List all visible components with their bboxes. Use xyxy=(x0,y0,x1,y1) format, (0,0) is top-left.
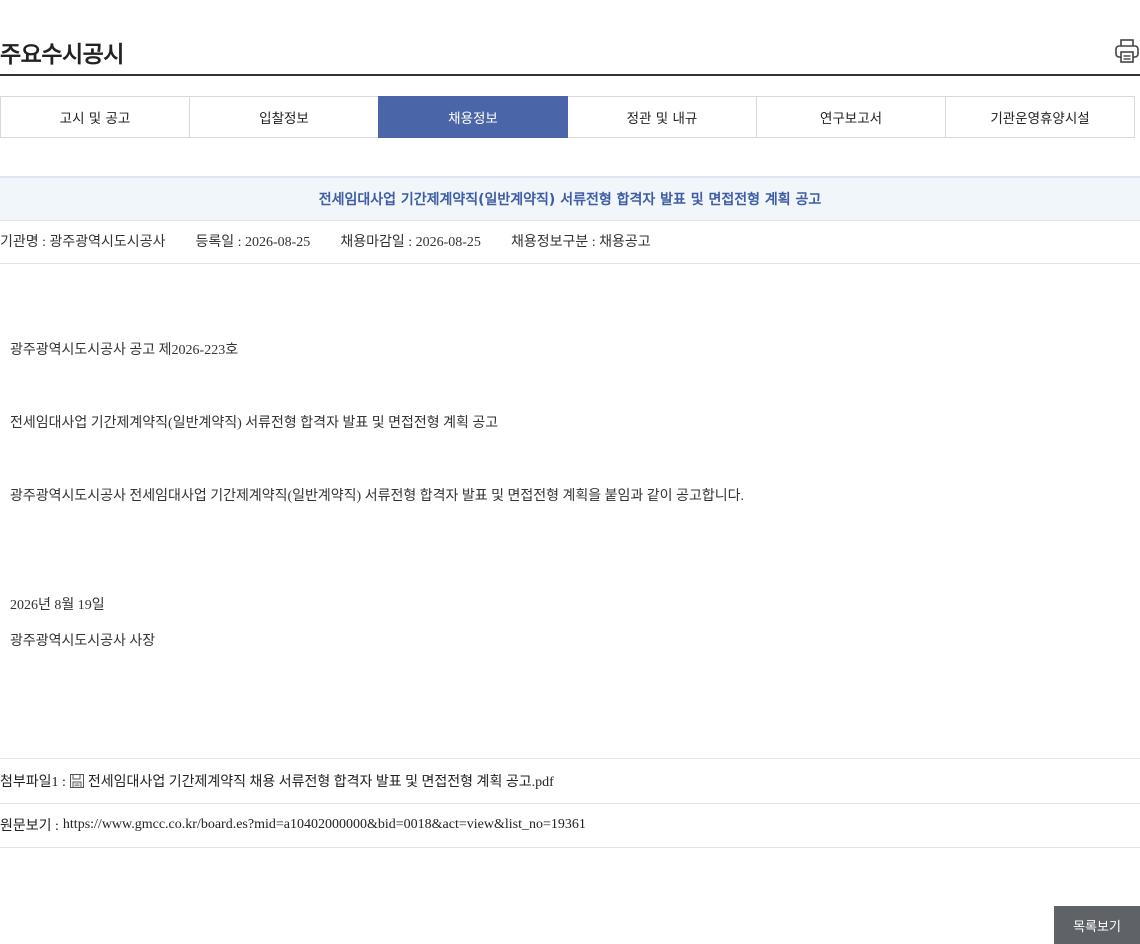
attachment-label: 첨부파일1 : xyxy=(0,775,66,790)
post-title-bar: 전세임대사업 기간제계약직(일반계약직) 서류전형 합격자 발표 및 면접전형 … xyxy=(0,176,1140,221)
page-title: 주요수시공시 xyxy=(0,42,124,68)
post-title: 전세임대사업 기간제계약직(일반계약직) 서류전형 합격자 발표 및 면접전형 … xyxy=(318,192,822,208)
meta-category: 채용정보구분 : 채용공고 xyxy=(510,235,651,250)
attachment-row: 첨부파일1 : 전세임대사업 기간제계약직 채용 서류전형 합격자 발표 및 면… xyxy=(0,758,1140,804)
tab-notices[interactable]: 고시 및 공고 xyxy=(0,96,190,138)
list-view-button[interactable]: 목록보기 xyxy=(1054,906,1140,944)
tab-research-reports[interactable]: 연구보고서 xyxy=(756,96,946,138)
tab-resort-facilities[interactable]: 기관운영휴양시설 xyxy=(945,96,1135,138)
tab-bidding[interactable]: 입찰정보 xyxy=(189,96,379,138)
body-signer: 광주광역시도시공사 사장 xyxy=(10,634,156,649)
source-url-link[interactable]: https://www.gmcc.co.kr/board.es?mid=a104… xyxy=(63,817,586,833)
tab-regulations[interactable]: 정관 및 내규 xyxy=(567,96,757,138)
post-meta: 기관명 : 광주광역시도시공사 등록일 : 2026-08-25 채용마감일 :… xyxy=(0,219,1140,264)
meta-deadline: 채용마감일 : 2026-08-25 xyxy=(340,235,481,250)
body-notice-number: 광주광역시도시공사 공고 제2026-223호 xyxy=(10,343,239,358)
body-date: 2026년 8월 19일 xyxy=(10,598,105,613)
source-label: 원문보기 : xyxy=(0,819,59,834)
printer-icon[interactable] xyxy=(1114,38,1140,64)
file-icon xyxy=(69,773,85,789)
meta-registered-date: 등록일 : 2026-08-25 xyxy=(195,235,311,250)
tab-recruitment[interactable]: 채용정보 xyxy=(378,96,568,138)
meta-organization: 기관명 : 광주광역시도시공사 xyxy=(0,235,166,250)
source-row: 원문보기 : https://www.gmcc.co.kr/board.es?m… xyxy=(0,803,1140,848)
body-heading: 전세임대사업 기간제계약직(일반계약직) 서류전형 합격자 발표 및 면접전형 … xyxy=(10,416,499,431)
body-statement: 광주광역시도시공사 전세임대사업 기간제계약직(일반계약직) 서류전형 합격자 … xyxy=(10,489,744,504)
category-tabs: 고시 및 공고 입찰정보 채용정보 정관 및 내규 연구보고서 기관운영휴양시설 xyxy=(0,96,1135,138)
attachment-link[interactable]: 전세임대사업 기간제계약직 채용 서류전형 합격자 발표 및 면접전형 계획 공… xyxy=(88,771,554,791)
page-header: 주요수시공시 xyxy=(0,25,1140,76)
